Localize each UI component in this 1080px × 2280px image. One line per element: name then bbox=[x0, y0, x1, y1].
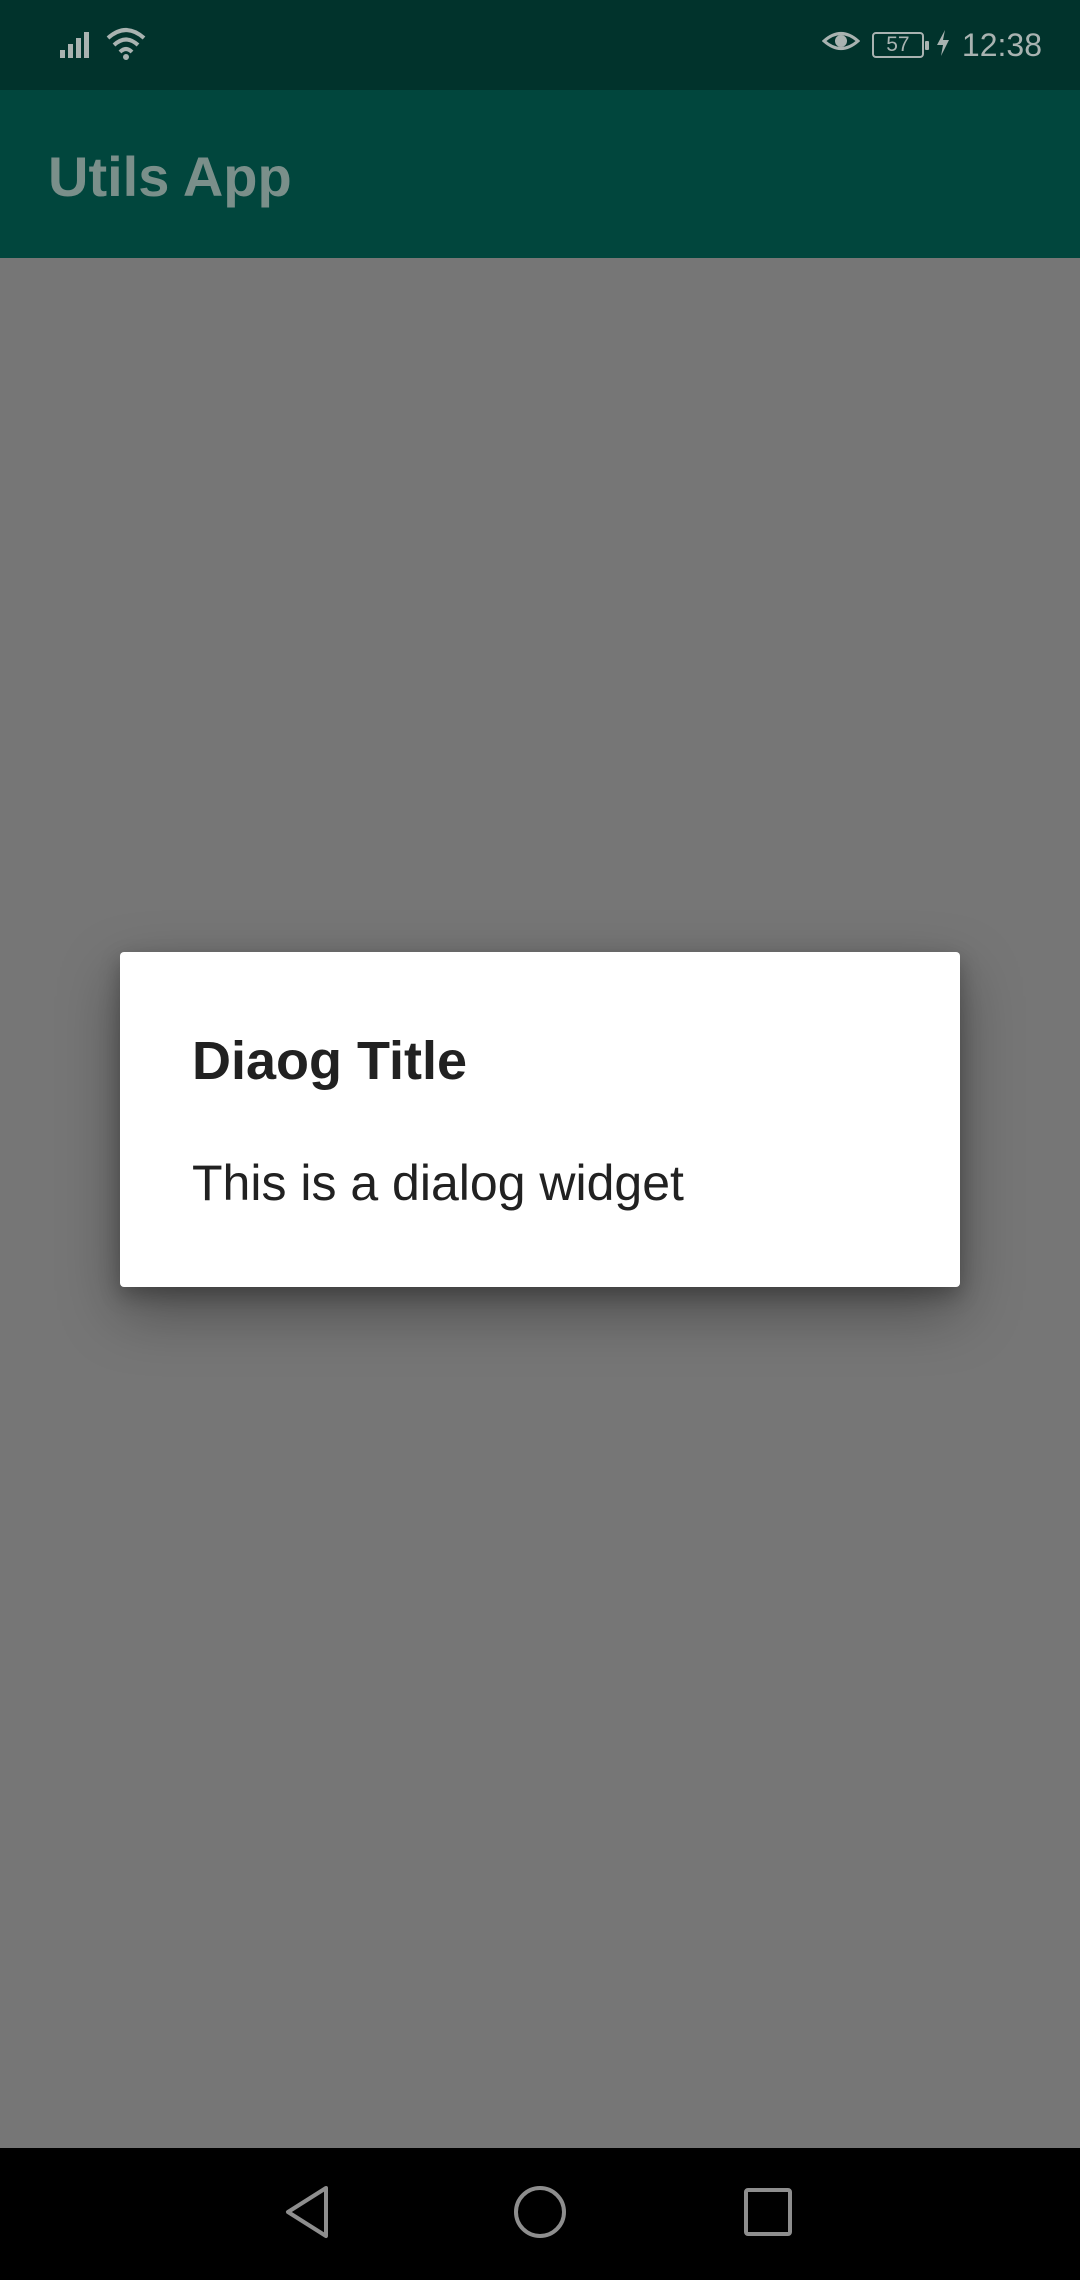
home-button[interactable] bbox=[504, 2178, 576, 2250]
screen: 57 12:38 Utils App Diaog Title This is a… bbox=[0, 0, 1080, 2280]
battery-icon: 57 bbox=[871, 32, 929, 58]
recents-icon bbox=[742, 2186, 794, 2243]
signal-icon bbox=[60, 28, 96, 63]
dialog-message: This is a dialog widget bbox=[192, 1155, 684, 1211]
eye-comfort-icon bbox=[821, 26, 861, 64]
dialog: Diaog Title This is a dialog widget bbox=[120, 952, 960, 1287]
back-icon bbox=[282, 2184, 334, 2245]
status-left bbox=[60, 24, 146, 66]
dialog-title: Diaog Title bbox=[192, 1031, 468, 1091]
back-button[interactable] bbox=[272, 2178, 344, 2250]
charging-icon bbox=[936, 27, 950, 64]
app-title: Utils App bbox=[48, 145, 292, 208]
navigation-bar bbox=[0, 2148, 1080, 2280]
recents-button[interactable] bbox=[732, 2178, 804, 2250]
app-bar: Utils App bbox=[0, 90, 1080, 258]
status-time: 12:38 bbox=[961, 26, 1042, 63]
status-right: 57 12:38 bbox=[821, 24, 1042, 66]
wifi-icon bbox=[106, 26, 146, 65]
battery-level: 57 bbox=[886, 33, 910, 56]
status-bar: 57 12:38 bbox=[0, 0, 1080, 90]
home-icon bbox=[512, 2184, 568, 2245]
